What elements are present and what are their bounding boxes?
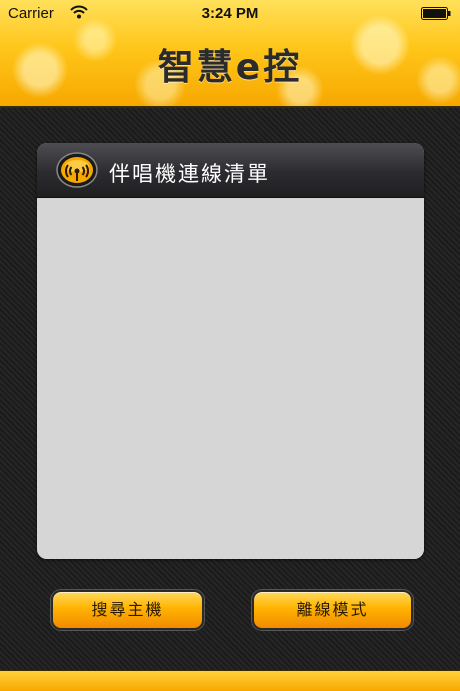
connection-list-panel: 伴唱機連線清單	[37, 143, 424, 559]
battery-icon	[421, 7, 451, 20]
wireless-signal-icon	[56, 152, 98, 188]
app-logo-title: 智慧e控	[157, 47, 303, 88]
panel-title: 伴唱機連線清單	[109, 162, 270, 186]
offline-mode-button[interactable]: 離線模式	[252, 590, 413, 630]
status-bar: Carrier 3:24 PM	[0, 0, 460, 28]
footer-strip	[0, 670, 460, 691]
panel-header: 伴唱機連線清單	[37, 143, 424, 198]
device-list[interactable]	[37, 198, 424, 559]
clock: 3:24 PM	[201, 5, 259, 22]
search-host-button[interactable]: 搜尋主機	[51, 590, 204, 630]
